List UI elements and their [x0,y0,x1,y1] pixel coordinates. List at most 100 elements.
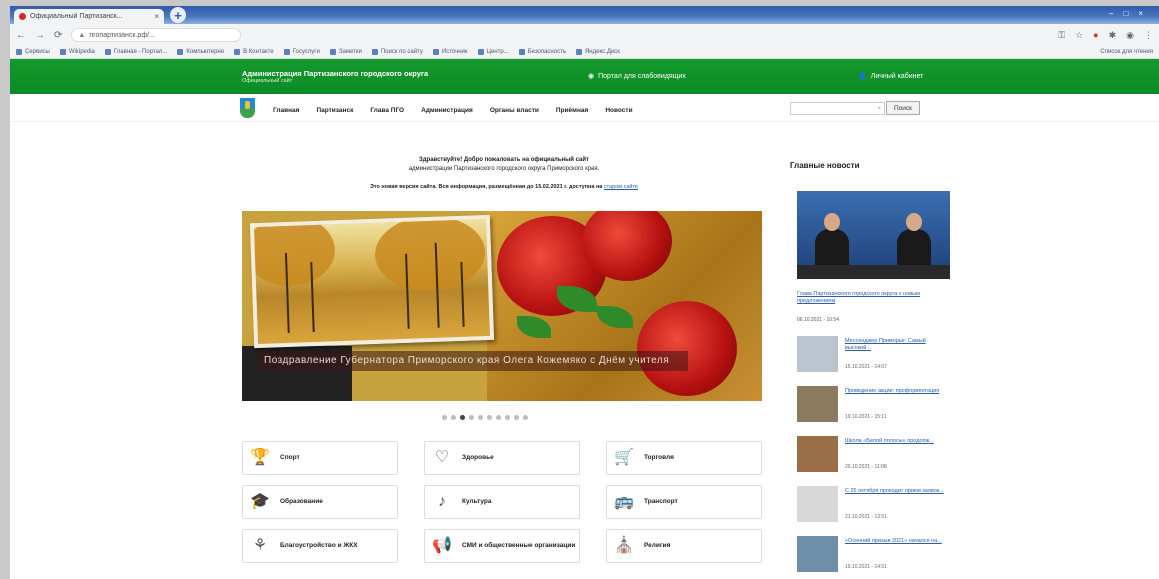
bookmark-icon [59,49,66,55]
reload-icon[interactable]: ⟳ [54,30,62,41]
news-link[interactable]: Школа «Белой полосы» продолж... [845,438,945,445]
slider-dot[interactable] [442,415,447,420]
slider-dot[interactable] [496,415,501,420]
bookmark-item[interactable]: Wikipedia [59,49,95,55]
news-date: 19.10.2021 - 15:11 [845,414,887,420]
news-thumbnail[interactable] [797,536,838,572]
bookmark-item[interactable]: Сервисы [16,49,50,55]
nav-link[interactable]: Приёмная [556,107,588,114]
news-thumbnail[interactable] [797,486,838,522]
category-label: Культура [462,498,492,505]
forward-arrow-icon[interactable]: → [35,30,45,41]
browser-tab[interactable]: Официальный Партизанск... × [14,9,164,24]
category-card[interactable]: ⛪ Религия [606,529,762,563]
category-card[interactable]: 🚌 Транспорт [606,485,762,519]
bookmark-label: Заметки [338,49,362,55]
bookmark-item[interactable]: Поиск по сайту [371,49,423,55]
bookmark-item[interactable]: В Контакте [234,49,274,55]
cart-icon: 🛒 [614,449,634,466]
slider-dot[interactable] [451,415,456,420]
news-heading: Главные новости [790,161,860,170]
news-item: С 25 октября проходит прием заявок... 21.… [797,486,957,530]
menu-dots-icon[interactable]: ⋮ [1144,30,1153,41]
news-thumbnail[interactable] [797,336,838,372]
slider-dot[interactable] [487,415,492,420]
news-link[interactable]: С 25 октября проходит прием заявок... [845,488,945,495]
news-thumbnail[interactable] [797,436,838,472]
category-card[interactable]: ⚘ Благоустройство и ЖКХ [242,529,398,563]
bookmark-icon [16,49,22,55]
toolbar-right: ⚿ ☆ ● ✱ ◉ ⋮ [1058,30,1153,41]
main-news-link[interactable]: Глава Партизанского городского округа с … [797,291,957,305]
new-tab-button[interactable]: + [170,7,186,23]
nav-link[interactable]: Администрация [421,107,473,114]
bookmark-icon [371,49,378,55]
slider-dot[interactable] [514,415,519,420]
leaf-image [597,306,633,328]
bookmark-item[interactable]: Источник [432,49,468,55]
bookmark-item[interactable]: Яндекс.Диск [575,49,620,55]
extension-icon[interactable]: ● [1093,30,1098,41]
site-header: Администрация Партизанского городского о… [10,59,1159,94]
slide-caption[interactable]: Поздравление Губернатора Приморского кра… [258,351,688,371]
coat-of-arms-logo[interactable] [240,97,255,118]
bookmark-item[interactable]: Безопасность [518,49,566,55]
bookmark-label: Госуслуги [292,49,320,55]
category-card[interactable]: 🛒 Торговля [606,441,762,475]
accessibility-label: Портал для слабовидящих [598,72,686,80]
news-link[interactable]: «Осенний призыв 2021» начался на... [845,538,945,545]
news-date: 21.10.2021 - 13:51 [845,514,887,520]
bookmark-icon [177,49,184,55]
bookmark-item[interactable]: Заметки [329,49,362,55]
bookmark-item[interactable]: Главная - Портал... [104,49,167,55]
clear-search-icon[interactable]: × [877,106,881,112]
search-button[interactable]: Поиск [886,101,920,115]
nav-link[interactable]: Новости [605,107,632,114]
news-date: 15.10.2021 - 14:07 [845,364,887,370]
heart-icon: ♡ [434,449,450,466]
slider-dot[interactable] [478,415,483,420]
bookmark-label: Безопасность [527,49,566,55]
category-card[interactable]: 📢 СМИ и общественные организации [424,529,580,563]
bookmark-icon [329,49,336,55]
slider-dot[interactable] [523,415,528,420]
bookmark-item[interactable]: Центр... [477,49,509,55]
slider-dot[interactable] [460,415,465,420]
nav-link[interactable]: Глава ПГО [370,107,404,114]
news-slider[interactable]: Поздравление Губернатора Приморского кра… [242,211,762,401]
site-title[interactable]: Администрация Партизанского городского о… [242,69,428,78]
puzzle-icon[interactable]: ✱ [1109,30,1117,41]
cabinet-link[interactable]: 👤 Личный кабинет [858,72,923,81]
slider-dots [442,415,528,420]
version-notice-text: Это новая версия сайта. Вся информация, … [370,184,603,190]
category-card[interactable]: 🏆 Спорт [242,441,398,475]
category-label: Религия [644,542,671,549]
tab-close-icon[interactable]: × [154,12,159,21]
bookmark-icon [234,49,241,55]
address-url: пгопартизанск.рф/... [89,31,155,39]
address-bar[interactable]: ▲ пгопартизанск.рф/... [71,28,242,42]
category-card[interactable]: ♪ Культура [424,485,580,519]
accessibility-link[interactable]: ◉ Портал для слабовидящих [588,72,686,81]
category-card[interactable]: 🎓 Образование [242,485,398,519]
old-site-link[interactable]: старом сайте [604,184,638,190]
star-icon[interactable]: ☆ [1075,30,1083,41]
reading-list-button[interactable]: Список для чтения [1100,49,1153,55]
slider-dot[interactable] [469,415,474,420]
nav-link[interactable]: Органы власти [490,107,539,114]
bookmark-item[interactable]: Госуслуги [283,49,320,55]
back-arrow-icon[interactable]: ← [16,30,26,41]
window-controls[interactable]: –□× [1109,9,1153,18]
news-link[interactable]: Проведение акции: профориентация [845,388,945,395]
main-news-image[interactable] [797,191,950,279]
category-card[interactable]: ♡ Здоровье [424,441,580,475]
news-link[interactable]: Мессенджер Приморье: Самый высокий... [845,338,945,352]
search-input[interactable]: × [790,102,885,115]
profile-icon[interactable]: ◉ [1126,30,1134,41]
key-icon[interactable]: ⚿ [1058,30,1065,41]
news-thumbnail[interactable] [797,386,838,422]
bookmark-item[interactable]: Компьютерно [177,49,224,55]
nav-link[interactable]: Партизанск [316,107,353,114]
nav-link[interactable]: Главная [273,107,299,114]
slider-dot[interactable] [505,415,510,420]
